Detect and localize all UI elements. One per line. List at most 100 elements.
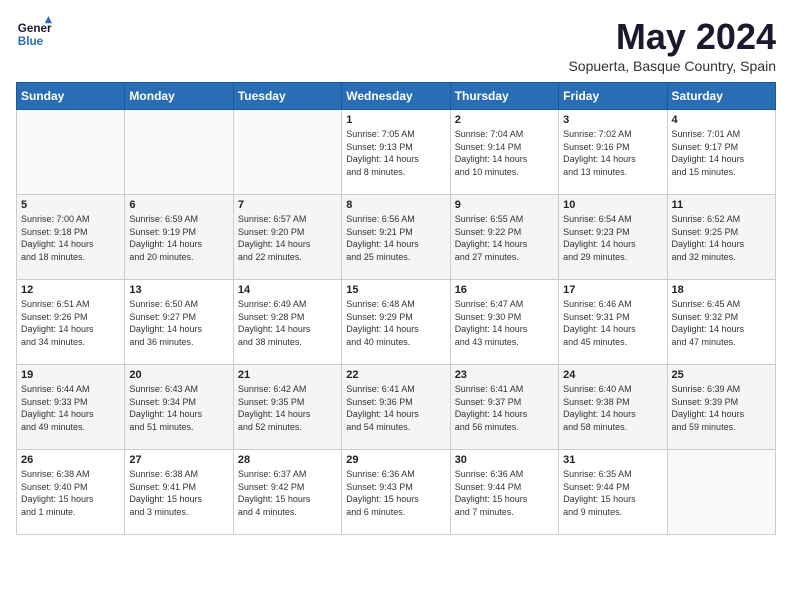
day-number: 1 [346,114,445,126]
cell-content: Sunrise: 6:44 AM Sunset: 9:33 PM Dayligh… [21,383,120,433]
calendar-cell: 18Sunrise: 6:45 AM Sunset: 9:32 PM Dayli… [667,280,775,365]
calendar-cell: 30 Sunrise: 6:36 AM Sunset: 9:44 PM Dayli… [450,450,558,535]
day-number: 25 [672,369,771,381]
day-number: 13 [129,284,228,296]
col-header-wednesday: Wednesday [342,83,450,110]
calendar-cell: 11 Sunrise: 6:52 AM Sunset: 9:25 PM Dayli… [667,195,775,280]
day-number: 3 [563,114,662,126]
cell-content: Sunrise: 6:50 AM Sunset: 9:27 PM Dayligh… [129,298,228,348]
calendar-cell: 21 Sunrise: 6:42 AM Sunset: 9:35 PM Dayli… [233,365,341,450]
month-title: May 2024 [568,16,776,58]
day-number: 30 [455,454,554,466]
calendar-cell: 31 Sunrise: 6:35 AM Sunset: 9:44 PM Dayli… [559,450,667,535]
cell-content: Sunrise: 6:40 AM Sunset: 9:38 PM Dayligh… [563,383,662,433]
calendar-cell: 4Sunrise: 7:01 AM Sunset: 9:17 PM Daylig… [667,110,775,195]
calendar-table: SundayMondayTuesdayWednesdayThursdayFrid… [16,82,776,535]
calendar-cell: 5Sunrise: 7:00 AM Sunset: 9:18 PM Daylig… [17,195,125,280]
week-row-4: 19 Sunrise: 6:44 AM Sunset: 9:33 PM Dayli… [17,365,776,450]
week-row-5: 26Sunrise: 6:38 AM Sunset: 9:40 PM Dayli… [17,450,776,535]
header-row: SundayMondayTuesdayWednesdayThursdayFrid… [17,83,776,110]
cell-content: Sunrise: 6:42 AM Sunset: 9:35 PM Dayligh… [238,383,337,433]
calendar-cell: 14 Sunrise: 6:49 AM Sunset: 9:28 PM Dayli… [233,280,341,365]
day-number: 29 [346,454,445,466]
calendar-cell [17,110,125,195]
calendar-cell: 10 Sunrise: 6:54 AM Sunset: 9:23 PM Dayli… [559,195,667,280]
calendar-cell: 27 Sunrise: 6:38 AM Sunset: 9:41 PM Dayli… [125,450,233,535]
day-number: 19 [21,369,120,381]
day-number: 2 [455,114,554,126]
day-number: 24 [563,369,662,381]
col-header-friday: Friday [559,83,667,110]
cell-content: Sunrise: 6:38 AM Sunset: 9:41 PM Dayligh… [129,468,228,518]
cell-content: Sunrise: 6:57 AM Sunset: 9:20 PM Dayligh… [238,213,337,263]
week-row-3: 12 Sunrise: 6:51 AM Sunset: 9:26 PM Dayli… [17,280,776,365]
cell-content: Sunrise: 6:37 AM Sunset: 9:42 PM Dayligh… [238,468,337,518]
calendar-cell: 28 Sunrise: 6:37 AM Sunset: 9:42 PM Dayli… [233,450,341,535]
cell-content: Sunrise: 6:54 AM Sunset: 9:23 PM Dayligh… [563,213,662,263]
svg-text:Blue: Blue [18,35,44,48]
cell-content: Sunrise: 6:39 AM Sunset: 9:39 PM Dayligh… [672,383,771,433]
calendar-cell: 1 Sunrise: 7:05 AM Sunset: 9:13 PM Daylig… [342,110,450,195]
col-header-tuesday: Tuesday [233,83,341,110]
title-block: May 2024 Sopuerta, Basque Country, Spain [568,16,776,74]
cell-content: Sunrise: 7:00 AM Sunset: 9:18 PM Dayligh… [21,213,120,263]
cell-content: Sunrise: 6:51 AM Sunset: 9:26 PM Dayligh… [21,298,120,348]
day-number: 12 [21,284,120,296]
cell-content: Sunrise: 6:55 AM Sunset: 9:22 PM Dayligh… [455,213,554,263]
day-number: 17 [563,284,662,296]
calendar-cell: 24 Sunrise: 6:40 AM Sunset: 9:38 PM Dayli… [559,365,667,450]
cell-content: Sunrise: 6:46 AM Sunset: 9:31 PM Dayligh… [563,298,662,348]
cell-content: Sunrise: 6:59 AM Sunset: 9:19 PM Dayligh… [129,213,228,263]
calendar-cell: 15Sunrise: 6:48 AM Sunset: 9:29 PM Dayli… [342,280,450,365]
calendar-cell: 9 Sunrise: 6:55 AM Sunset: 9:22 PM Daylig… [450,195,558,280]
cell-content: Sunrise: 6:41 AM Sunset: 9:37 PM Dayligh… [455,383,554,433]
week-row-2: 5Sunrise: 7:00 AM Sunset: 9:18 PM Daylig… [17,195,776,280]
cell-content: Sunrise: 6:43 AM Sunset: 9:34 PM Dayligh… [129,383,228,433]
day-number: 31 [563,454,662,466]
calendar-cell [667,450,775,535]
calendar-cell: 3 Sunrise: 7:02 AM Sunset: 9:16 PM Daylig… [559,110,667,195]
cell-content: Sunrise: 6:35 AM Sunset: 9:44 PM Dayligh… [563,468,662,518]
day-number: 11 [672,199,771,211]
page-header: General Blue May 2024 Sopuerta, Basque C… [16,16,776,74]
day-number: 21 [238,369,337,381]
day-number: 9 [455,199,554,211]
day-number: 28 [238,454,337,466]
col-header-saturday: Saturday [667,83,775,110]
cell-content: Sunrise: 6:36 AM Sunset: 9:44 PM Dayligh… [455,468,554,518]
col-header-monday: Monday [125,83,233,110]
day-number: 14 [238,284,337,296]
calendar-cell: 22Sunrise: 6:41 AM Sunset: 9:36 PM Dayli… [342,365,450,450]
cell-content: Sunrise: 7:05 AM Sunset: 9:13 PM Dayligh… [346,128,445,178]
cell-content: Sunrise: 6:52 AM Sunset: 9:25 PM Dayligh… [672,213,771,263]
cell-content: Sunrise: 7:04 AM Sunset: 9:14 PM Dayligh… [455,128,554,178]
day-number: 15 [346,284,445,296]
calendar-cell: 20 Sunrise: 6:43 AM Sunset: 9:34 PM Dayli… [125,365,233,450]
cell-content: Sunrise: 6:49 AM Sunset: 9:28 PM Dayligh… [238,298,337,348]
svg-text:General: General [18,22,52,35]
location: Sopuerta, Basque Country, Spain [568,58,776,74]
day-number: 23 [455,369,554,381]
calendar-cell [233,110,341,195]
calendar-cell: 6Sunrise: 6:59 AM Sunset: 9:19 PM Daylig… [125,195,233,280]
day-number: 27 [129,454,228,466]
day-number: 26 [21,454,120,466]
calendar-cell: 8Sunrise: 6:56 AM Sunset: 9:21 PM Daylig… [342,195,450,280]
day-number: 20 [129,369,228,381]
cell-content: Sunrise: 7:02 AM Sunset: 9:16 PM Dayligh… [563,128,662,178]
calendar-cell: 29Sunrise: 6:36 AM Sunset: 9:43 PM Dayli… [342,450,450,535]
logo: General Blue [16,16,52,52]
calendar-cell: 12 Sunrise: 6:51 AM Sunset: 9:26 PM Dayli… [17,280,125,365]
day-number: 22 [346,369,445,381]
cell-content: Sunrise: 7:01 AM Sunset: 9:17 PM Dayligh… [672,128,771,178]
calendar-cell: 7Sunrise: 6:57 AM Sunset: 9:20 PM Daylig… [233,195,341,280]
cell-content: Sunrise: 6:56 AM Sunset: 9:21 PM Dayligh… [346,213,445,263]
calendar-cell: 26Sunrise: 6:38 AM Sunset: 9:40 PM Dayli… [17,450,125,535]
calendar-cell: 16Sunrise: 6:47 AM Sunset: 9:30 PM Dayli… [450,280,558,365]
logo-icon: General Blue [16,16,52,52]
day-number: 10 [563,199,662,211]
col-header-thursday: Thursday [450,83,558,110]
calendar-cell: 19 Sunrise: 6:44 AM Sunset: 9:33 PM Dayli… [17,365,125,450]
calendar-cell: 13 Sunrise: 6:50 AM Sunset: 9:27 PM Dayli… [125,280,233,365]
week-row-1: 1 Sunrise: 7:05 AM Sunset: 9:13 PM Daylig… [17,110,776,195]
